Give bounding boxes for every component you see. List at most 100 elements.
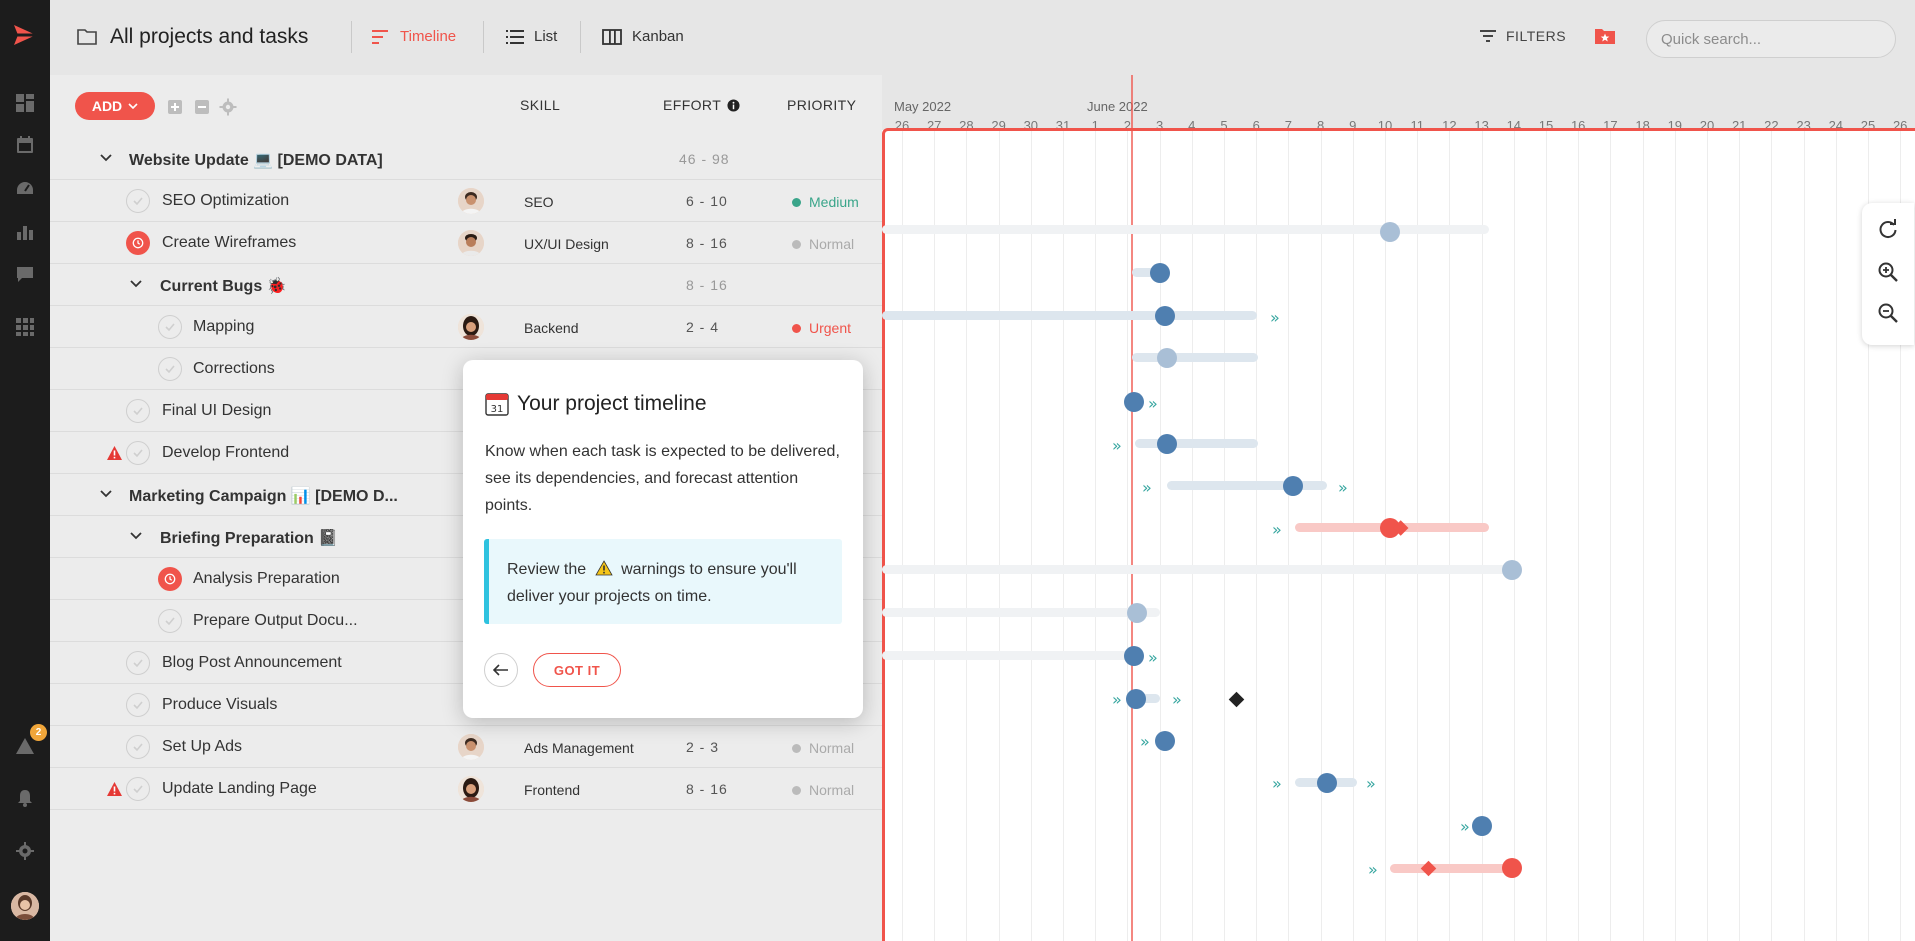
filters-button[interactable]: FILTERS: [1480, 28, 1566, 44]
task-row[interactable]: Create Wireframes UX/UI Design 8 - 16 No…: [50, 222, 882, 264]
dependency-chevrons-icon[interactable]: »: [1366, 774, 1376, 793]
apps-grid-icon[interactable]: [14, 316, 36, 338]
dependency-chevrons-icon[interactable]: »: [1148, 394, 1158, 413]
task-progress-dot[interactable]: [1124, 646, 1144, 666]
priority-value[interactable]: Normal: [792, 740, 854, 756]
task-progress-dot[interactable]: [1502, 858, 1522, 878]
assignee-avatar[interactable]: [458, 314, 484, 340]
assignee-avatar[interactable]: [458, 776, 484, 802]
dependency-chevrons-icon[interactable]: »: [1140, 732, 1150, 751]
task-progress-dot[interactable]: [1155, 731, 1175, 751]
overdue-clock-icon[interactable]: [126, 231, 150, 255]
complete-checkbox[interactable]: [126, 189, 150, 213]
chevron-down-icon[interactable]: [128, 528, 144, 544]
milestone-dot[interactable]: [1380, 222, 1400, 242]
task-progress-dot[interactable]: [1155, 306, 1175, 326]
dependency-chevrons-icon[interactable]: »: [1338, 478, 1348, 497]
reports-icon[interactable]: [14, 221, 36, 243]
add-button[interactable]: ADD: [75, 92, 155, 120]
task-row[interactable]: Mapping Backend 2 - 4 Urgent: [50, 306, 882, 348]
milestone-dot[interactable]: [1127, 603, 1147, 623]
complete-checkbox[interactable]: [126, 777, 150, 801]
assignee-avatar[interactable]: [458, 230, 484, 256]
dashboard-icon[interactable]: [14, 92, 36, 114]
priority-value[interactable]: Urgent: [792, 320, 851, 336]
project-row[interactable]: Website Update 💻 [DEMO DATA] 46 - 98: [50, 138, 882, 180]
task-row[interactable]: Set Up Ads Ads Management 2 - 3 Normal: [50, 726, 882, 768]
got-it-button[interactable]: GOT IT: [533, 653, 621, 687]
complete-checkbox[interactable]: [158, 609, 182, 633]
chevron-down-icon[interactable]: [128, 276, 144, 292]
user-avatar[interactable]: [11, 892, 39, 920]
dependency-chevrons-icon[interactable]: »: [1272, 774, 1282, 793]
group-bar[interactable]: [882, 608, 1160, 617]
overdue-clock-icon[interactable]: [158, 567, 182, 591]
gauge-icon[interactable]: [14, 178, 36, 200]
zoom-out-icon[interactable]: [1877, 302, 1899, 324]
project-bar[interactable]: [882, 565, 1514, 574]
info-icon[interactable]: [727, 98, 740, 112]
back-button[interactable]: [484, 653, 518, 687]
priority-value[interactable]: Normal: [792, 236, 854, 252]
calendar-icon[interactable]: [14, 134, 36, 156]
collapse-all-icon[interactable]: [193, 98, 211, 116]
dependency-chevrons-icon[interactable]: »: [1368, 860, 1378, 879]
task-progress-dot[interactable]: [1283, 476, 1303, 496]
dependency-chevrons-icon[interactable]: »: [1142, 478, 1152, 497]
task-progress-dot[interactable]: [1150, 263, 1170, 283]
settings-gear-icon[interactable]: [14, 840, 36, 862]
at-risk-task-bar[interactable]: [1390, 864, 1514, 873]
task-progress-dot[interactable]: [1472, 816, 1492, 836]
subgroup-row[interactable]: Current Bugs 🐞 8 - 16: [50, 264, 882, 306]
group-bar[interactable]: [1132, 353, 1258, 362]
brand-logo-icon[interactable]: [12, 22, 38, 48]
dependency-chevrons-icon[interactable]: »: [1112, 690, 1122, 709]
zoom-in-icon[interactable]: [1877, 261, 1899, 283]
dependency-chevrons-icon[interactable]: »: [1272, 520, 1282, 539]
quick-search-input[interactable]: [1646, 20, 1896, 58]
task-bar[interactable]: [1135, 439, 1258, 448]
task-bar[interactable]: [1167, 481, 1327, 490]
tab-kanban[interactable]: Kanban: [602, 28, 684, 45]
column-header-priority[interactable]: PRIORITY: [787, 97, 856, 113]
complete-checkbox[interactable]: [158, 357, 182, 381]
tab-list[interactable]: List: [506, 28, 557, 45]
column-header-skill[interactable]: SKILL: [520, 97, 560, 113]
complete-checkbox[interactable]: [158, 315, 182, 339]
complete-checkbox[interactable]: [126, 735, 150, 759]
warning-icon[interactable]: [106, 445, 123, 461]
task-progress-dot[interactable]: [1126, 689, 1146, 709]
task-bar[interactable]: [882, 311, 1257, 320]
dependency-chevrons-icon[interactable]: »: [1148, 648, 1158, 667]
dependency-chevrons-icon[interactable]: »: [1270, 308, 1280, 327]
task-bar[interactable]: [882, 651, 1142, 660]
milestone-dot[interactable]: [1502, 560, 1522, 580]
column-settings-gear-icon[interactable]: [219, 98, 237, 116]
task-progress-dot[interactable]: [1317, 773, 1337, 793]
dependency-chevrons-icon[interactable]: »: [1112, 436, 1122, 455]
deadline-diamond-icon[interactable]: [1420, 860, 1437, 877]
warning-icon[interactable]: [106, 781, 123, 797]
assignee-avatar[interactable]: [458, 188, 484, 214]
task-progress-dot[interactable]: [1124, 392, 1144, 412]
task-progress-dot[interactable]: [1157, 434, 1177, 454]
expand-all-icon[interactable]: [166, 98, 184, 116]
tab-timeline[interactable]: Timeline: [372, 28, 456, 45]
assignee-avatar[interactable]: [458, 734, 484, 760]
complete-checkbox[interactable]: [126, 651, 150, 675]
chevron-down-icon[interactable]: [98, 150, 114, 166]
task-row[interactable]: Update Landing Page Frontend 8 - 16 Norm…: [50, 768, 882, 810]
priority-value[interactable]: Medium: [792, 194, 859, 210]
complete-checkbox[interactable]: [126, 693, 150, 717]
task-row[interactable]: SEO Optimization SEO 6 - 10 Medium: [50, 180, 882, 222]
notifications-bell-icon[interactable]: [14, 787, 36, 809]
chat-icon[interactable]: [14, 264, 36, 286]
refresh-icon[interactable]: [1877, 219, 1899, 241]
complete-checkbox[interactable]: [126, 441, 150, 465]
milestone-dot[interactable]: [1157, 348, 1177, 368]
dependency-chevrons-icon[interactable]: »: [1172, 690, 1182, 709]
timeline-chart[interactable]: May 2022 June 2022 26 27 28 29 30 31 1 2 3 4 5 6 7 8 9…: [882, 75, 1915, 941]
priority-value[interactable]: Normal: [792, 782, 854, 798]
dependency-chevrons-icon[interactable]: »: [1460, 817, 1470, 836]
external-milestone-diamond-icon[interactable]: [1228, 691, 1245, 708]
